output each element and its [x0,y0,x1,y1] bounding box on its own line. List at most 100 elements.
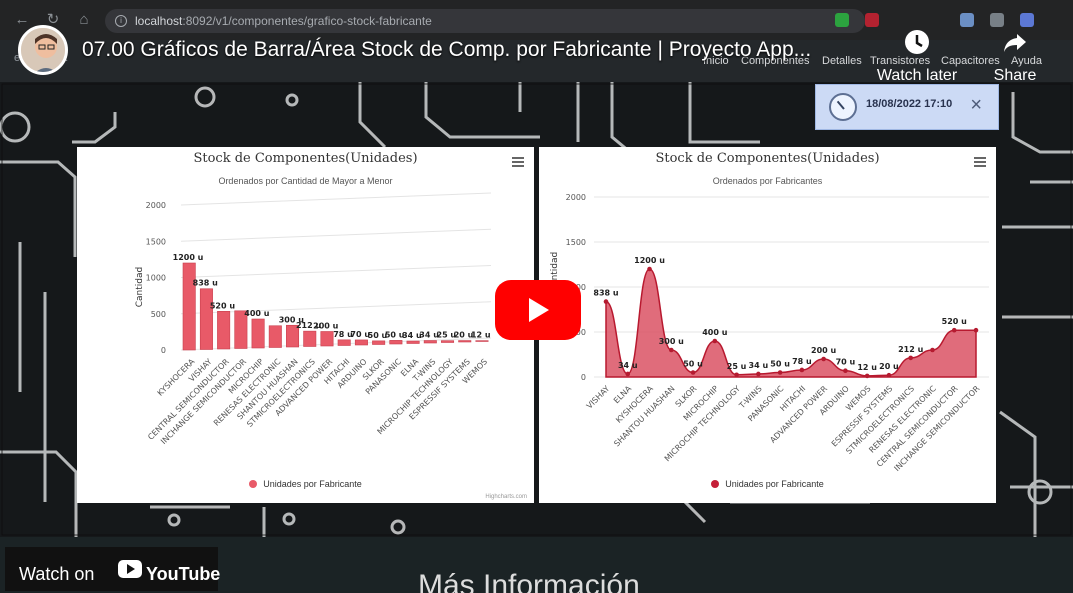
y-axis-label: Cantidad [135,267,145,307]
data-point [647,266,652,272]
data-label: 50 u [683,360,703,369]
data-point [951,327,957,333]
data-point [908,355,914,361]
data-point [821,356,826,362]
bar [337,339,351,346]
data-label: 400 u [702,328,727,337]
data-point [690,370,696,375]
play-button[interactable] [495,280,581,340]
data-label: 200 u [811,346,836,355]
bar [354,339,368,346]
address-bar[interactable]: i localhost:8092/v1/componentes/grafico-… [105,9,865,33]
legend-marker [711,480,720,488]
bar [475,340,489,342]
chart-subtitle: Ordenados por Cantidad de Mayor a Menor [218,176,393,186]
gridline [180,228,492,242]
data-point [799,367,805,373]
bar [441,340,455,343]
bar-chart-panel: Stock de Componentes(Unidades) Ordenados… [77,147,534,503]
y-tick-label: 2000 [146,201,166,210]
data-point [756,371,761,377]
legend-label: Unidades por Fabricante [263,479,362,489]
data-label: 400 u [244,309,269,318]
data-point [712,338,718,344]
data-label: 300 u [659,337,684,346]
y-tick-label: 0 [161,346,166,355]
gridline [180,192,492,206]
watch-on-youtube-button[interactable]: Watch on YouTube [5,547,221,591]
x-tick-label: VISHAY [585,384,612,411]
arrow-left-icon[interactable]: ← [12,10,32,30]
chart-subtitle: Ordenados por Fabricantes [712,176,823,186]
close-icon[interactable]: × [970,94,982,117]
legend-label: Unidades por Fabricante [725,479,824,489]
chart-title: Stock de Componentes(Unidades) [193,151,418,166]
history-icon[interactable] [990,13,1004,27]
data-label: 520 u [210,301,235,310]
chart-credit[interactable]: Highcharts.com [485,494,527,500]
data-point [843,368,848,373]
channel-avatar[interactable] [18,25,68,75]
home-icon[interactable]: ⌂ [74,10,94,30]
watch-later-button[interactable]: Watch later [870,28,964,85]
notification-datetime: 18/08/2022 17:10 [866,98,953,110]
collection-icon[interactable] [960,13,974,27]
watch-on-label: Watch on [19,564,95,584]
bar [251,318,265,349]
chart-menu-icon[interactable] [974,157,986,167]
data-label: 1200 u [634,256,665,265]
data-point [864,373,870,379]
data-label: 34 u [749,361,769,370]
bar [182,262,196,351]
data-label: 34 u [618,361,638,370]
data-point [973,327,979,333]
info-icon: i [115,15,127,27]
y-tick-label: 1000 [146,274,166,283]
bar-chart-svg: 0500100015002000Cantidad1200 uKYSHOCERA8… [135,192,492,446]
data-label: 12 u [471,331,491,340]
shield-icon[interactable] [835,13,849,27]
data-label: 12 u [857,363,877,372]
share-icon [1004,34,1026,52]
data-label: 838 u [193,279,218,288]
y-tick-label: 2000 [566,193,586,202]
data-point [930,347,935,353]
legend-marker [249,480,258,488]
data-label: 50 u [770,360,790,369]
bar [303,330,317,347]
share-button[interactable]: Share [990,28,1040,85]
extension-icon[interactable] [865,13,879,27]
chart-menu-icon[interactable] [512,157,524,167]
gridline [180,265,492,278]
nav-detalles[interactable]: Detalles [822,55,862,67]
youtube-logo-icon [118,560,142,578]
profile-icon[interactable] [1020,13,1034,27]
url-host: localhost [135,14,183,28]
data-label: 20 u [879,362,899,371]
area-chart-svg: 0500100015002000Cantidad838 uVISHAY34 uE… [550,193,989,473]
video-thumbnail-screen[interactable]: ← ↻ ⌂ i localhost:8092/v1/componentes/gr… [0,0,1073,593]
chart-legend[interactable]: Unidades por Fabricante [77,479,534,489]
data-point [603,299,609,304]
y-tick-label: 1500 [566,238,586,247]
data-label: 520 u [942,317,967,326]
area-chart-panel: Stock de Componentes(Unidades) Ordenados… [539,147,996,503]
datetime-notification: 18/08/2022 17:10 × [815,84,999,130]
youtube-label: YouTube [146,564,221,584]
bar [372,340,386,345]
y-tick-label: 1500 [146,237,166,246]
video-title[interactable]: 07.00 Gráficos de Barra/Área Stock de Co… [82,38,811,62]
y-tick-label: 0 [581,373,586,382]
bar [406,340,420,344]
data-label: 70 u [836,358,856,367]
data-label: 25 u [727,362,747,371]
clock-icon [829,93,857,121]
data-label: 212 u [898,345,923,354]
chart-legend[interactable]: Unidades por Fabricante [539,479,996,489]
clock-icon [905,30,929,54]
data-point [734,372,739,378]
bar [320,331,334,347]
bar [458,340,472,343]
bar [217,311,231,350]
bar [389,340,403,345]
